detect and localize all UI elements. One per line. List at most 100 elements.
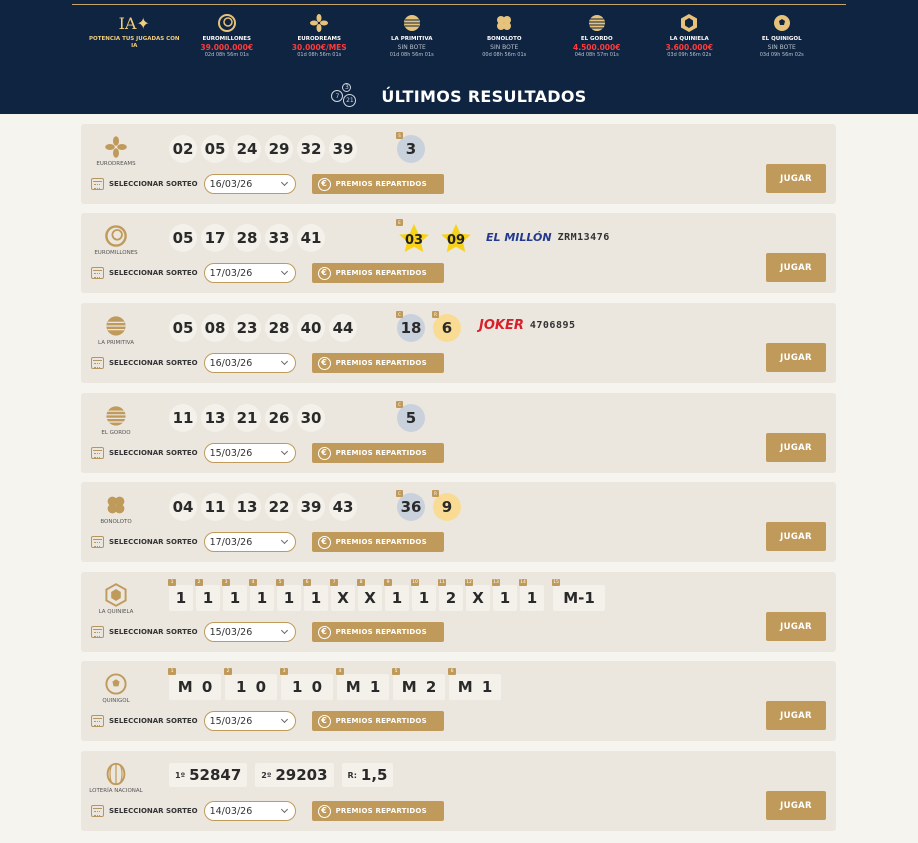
game-name: LA PRIMITIVA (98, 340, 134, 346)
match-result: 13 1 (492, 579, 517, 611)
calendar-icon (91, 715, 104, 727)
game-name: LA PRIMITIVA (391, 36, 433, 42)
game-logo[interactable]: EUROMILLONES (89, 223, 143, 257)
chevron-down-icon (280, 536, 288, 545)
play-button[interactable]: JUGAR (766, 522, 826, 551)
number-ball: 13 (201, 404, 229, 432)
section-header: 7 3 21 ÚLTIMOS RESULTADOS (0, 78, 918, 114)
number-ball: 44 (329, 314, 357, 342)
match-result: 21 (195, 579, 220, 611)
match-result: 7X (330, 579, 355, 611)
countdown: 01d 08h 56m 01s (297, 52, 342, 58)
prizes-button[interactable]: € PREMIOS REPARTIDOS (311, 263, 444, 283)
jackpot: SIN BOTE (397, 44, 426, 51)
el-millon: EL MILLÓN ZRM13476 (486, 231, 610, 244)
result-card-euromillones: EUROMILLONES 05 17 28 33 41 E 03 09 EL M… (81, 213, 836, 293)
jackpot: 39.000.000€ (200, 43, 254, 52)
select-draw-label: SELECCIONAR SORTEO (109, 269, 198, 277)
calendar-icon (91, 536, 104, 548)
winning-numbers: 05 08 23 28 40 44 (169, 314, 357, 342)
euro-icon: € (317, 625, 331, 639)
countdown: 02d 08h 56m 01s (204, 52, 249, 58)
euro-icon: € (317, 356, 331, 370)
game-bonoloto[interactable]: BONOLOTO SIN BOTE 00d 08h 56m 01s (458, 10, 551, 66)
prizes-button[interactable]: € PREMIOS REPARTIDOS (311, 174, 444, 194)
draw-date-select[interactable]: 15/03/26 (203, 443, 296, 463)
game-primitiva[interactable]: LA PRIMITIVA SIN BOTE 01d 08h 56m 01s (366, 10, 459, 66)
extra-numbers: S3 (396, 132, 425, 163)
draw-date-select[interactable]: 15/03/26 (203, 622, 296, 642)
extra-tag: C (396, 311, 403, 318)
number-ball: 41 (297, 224, 325, 252)
prizes-button[interactable]: € PREMIOS REPARTIDOS (311, 711, 444, 731)
play-button[interactable]: JUGAR (766, 343, 826, 372)
game-el-gordo[interactable]: EL GORDO 4.500.000€ 04d 08h 57m 01s (551, 10, 644, 66)
draw-date-select[interactable]: 14/03/26 (203, 801, 296, 821)
draw-date-select[interactable]: 17/03/26 (203, 532, 296, 552)
prizes-button[interactable]: € PREMIOS REPARTIDOS (311, 801, 444, 821)
complementario-ball: 18 (397, 314, 425, 342)
match-result: 10 1 (411, 579, 436, 611)
draw-date-select[interactable]: 16/03/26 (203, 174, 296, 194)
joker-number: 4706895 (529, 320, 576, 331)
game-logo[interactable]: BONOLOTO (89, 492, 143, 526)
game-logo[interactable]: EL GORDO (89, 403, 143, 437)
game-euromillones[interactable]: EUROMILLONES 39.000.000€ 02d 08h 56m 01s (181, 10, 274, 66)
calendar-icon (91, 805, 104, 817)
number-ball: 43 (329, 493, 357, 521)
select-draw-label: SELECCIONAR SORTEO (109, 717, 198, 725)
jackpot: SIN BOTE (490, 44, 519, 51)
game-quiniela[interactable]: LA QUINIELA 3.600.000€ 03d 09h 56m 02s (643, 10, 736, 66)
game-logo[interactable]: EURODREAMS (89, 134, 143, 168)
number-ball: 28 (233, 224, 261, 252)
game-name: LA QUINIELA (669, 36, 709, 42)
prizes-button[interactable]: € PREMIOS REPARTIDOS (311, 443, 444, 463)
play-button[interactable]: JUGAR (766, 253, 826, 282)
number-ball: 05 (201, 135, 229, 163)
game-eurodreams[interactable]: EURODREAMS 30.000€/MES 01d 08h 56m 01s (273, 10, 366, 66)
quiniela-icon (105, 583, 127, 607)
draw-date-select[interactable]: 15/03/26 (203, 711, 296, 731)
game-name: EURODREAMS (297, 36, 341, 42)
game-name: EL GORDO (101, 430, 131, 436)
first-prize: 1º 52847 (169, 763, 248, 787)
complementario-ball: 36 (397, 493, 425, 521)
second-prize: 2º 29203 (255, 763, 334, 787)
play-button[interactable]: JUGAR (766, 701, 826, 730)
game-logo[interactable]: LA QUINIELA (89, 582, 143, 616)
euromillones-icon (105, 225, 127, 247)
play-button[interactable]: JUGAR (766, 433, 826, 462)
select-draw-label: SELECCIONAR SORTEO (109, 807, 198, 815)
game-name: EL QUINIGOL (761, 36, 802, 42)
draw-date-select[interactable]: 16/03/26 (203, 353, 296, 373)
primitiva-icon (403, 15, 420, 31)
game-ia[interactable]: IA✦ POTENCIA TUS JUGADAS CON IA (88, 10, 181, 66)
game-logo[interactable]: LA PRIMITIVA (89, 313, 143, 347)
calendar-icon (91, 447, 104, 459)
calendar-icon (91, 357, 104, 369)
games-bar: IA✦ POTENCIA TUS JUGADAS CON IA EUROMILL… (88, 10, 828, 66)
prizes-button[interactable]: € PREMIOS REPARTIDOS (311, 622, 444, 642)
ia-sparkle-icon: IA✦ (118, 13, 150, 33)
game-quinigol[interactable]: EL QUINIGOL SIN BOTE 03d 09h 56m 02s (736, 10, 829, 66)
prizes-button[interactable]: € PREMIOS REPARTIDOS (311, 353, 444, 373)
play-button[interactable]: JUGAR (766, 612, 826, 641)
prizes-button[interactable]: € PREMIOS REPARTIDOS (311, 532, 444, 552)
play-button[interactable]: JUGAR (766, 791, 826, 820)
clave-ball: 5 (397, 404, 425, 432)
game-logo[interactable]: LOTERÍA NACIONAL (89, 761, 143, 795)
countdown: 03d 09h 56m 02s (759, 52, 804, 58)
result-card-quinigol: QUINIGOL 1M 0 21 0 31 0 4M 1 5M 2 6M 1 S… (81, 661, 836, 741)
reintegros: R: 1,5 (341, 763, 394, 787)
result-card-quiniela: LA QUINIELA 11 21 31 41 51 61 7X 8X 91 1… (81, 572, 836, 652)
game-name: QUINIGOL (102, 698, 130, 704)
game-name: LA QUINIELA (98, 609, 134, 615)
results-balls-icon: 7 3 21 (331, 83, 361, 109)
draw-date-select[interactable]: 17/03/26 (203, 263, 296, 283)
countdown: 01d 08h 56m 01s (389, 52, 434, 58)
countdown: 03d 09h 56m 02s (667, 52, 712, 58)
match-result: 8X (357, 579, 382, 611)
game-logo[interactable]: QUINIGOL (89, 671, 143, 705)
chevron-down-icon (280, 447, 288, 456)
play-button[interactable]: JUGAR (766, 164, 826, 193)
